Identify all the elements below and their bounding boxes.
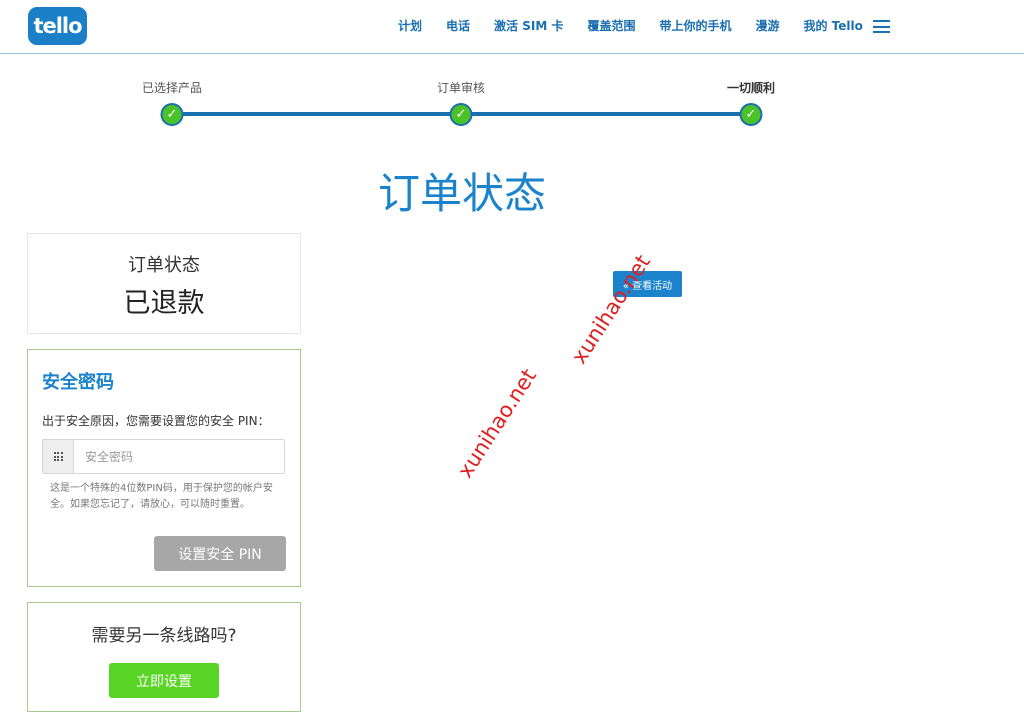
nav-phones[interactable]: 电话	[446, 17, 470, 34]
order-progress: 已选择产品 订单审核 一切顺利 ✓ ✓ ✓	[0, 75, 1024, 135]
nav-roaming[interactable]: 漫游	[755, 17, 779, 34]
check-icon: ✓	[160, 103, 184, 126]
check-icon: ✓	[449, 103, 473, 126]
security-pin-description: 出于安全原因，您需要设置您的安全 PIN：	[42, 414, 270, 428]
check-icon: ✓	[739, 103, 763, 126]
watermark-text: xunihao.net	[453, 364, 542, 483]
nav-bring-your-phone[interactable]: 带上你的手机	[659, 17, 731, 34]
nav-coverage[interactable]: 覆盖范围	[587, 17, 635, 34]
security-pin-field	[42, 439, 285, 474]
security-pin-title: 安全密码	[42, 372, 114, 393]
step-label-product-selected: 已选择产品	[141, 81, 203, 95]
hamburger-menu-icon[interactable]	[873, 20, 890, 33]
keypad-grid-icon	[43, 440, 74, 473]
order-status-label: 订单状态	[128, 255, 200, 276]
step-label-order-review: 订单审核	[436, 81, 486, 95]
view-activity-button[interactable]: « 查看活动	[613, 271, 682, 297]
order-status-card: 订单状态 已退款	[27, 233, 301, 334]
another-line-question: 需要另一条线路吗?	[91, 626, 237, 646]
setup-now-button[interactable]: 立即设置	[109, 663, 219, 698]
logo-text: tello	[33, 14, 82, 38]
order-status-value: 已退款	[123, 288, 205, 319]
set-security-pin-button[interactable]: 设置安全 PIN	[154, 536, 286, 571]
page-title: 订单状态	[377, 169, 546, 218]
main-nav: 计划 电话 激活 SIM 卡 覆盖范围 带上你的手机 漫游 我的 Tello	[398, 17, 887, 34]
nav-plans[interactable]: 计划	[398, 17, 422, 34]
nav-activate-sim[interactable]: 激活 SIM 卡	[494, 17, 563, 34]
step-label-all-set: 一切顺利	[726, 81, 776, 95]
security-pin-card: 安全密码 出于安全原因，您需要设置您的安全 PIN： 这是一个特殊的4位数PIN…	[27, 349, 301, 587]
security-pin-help-text: 这是一个特殊的4位数PIN码，用于保护您的帐户安全。如果您忘记了，请放心，可以随…	[50, 483, 273, 510]
another-line-card: 需要另一条线路吗? 立即设置	[27, 602, 301, 712]
security-pin-input[interactable]	[74, 440, 284, 473]
watermark-text: xunihao.net	[567, 250, 656, 369]
nav-my-tello[interactable]: 我的 Tello	[803, 17, 862, 34]
tello-logo[interactable]: tello	[28, 7, 87, 45]
site-header: tello 计划 电话 激活 SIM 卡 覆盖范围 带上你的手机 漫游 我的 T…	[0, 0, 1024, 54]
